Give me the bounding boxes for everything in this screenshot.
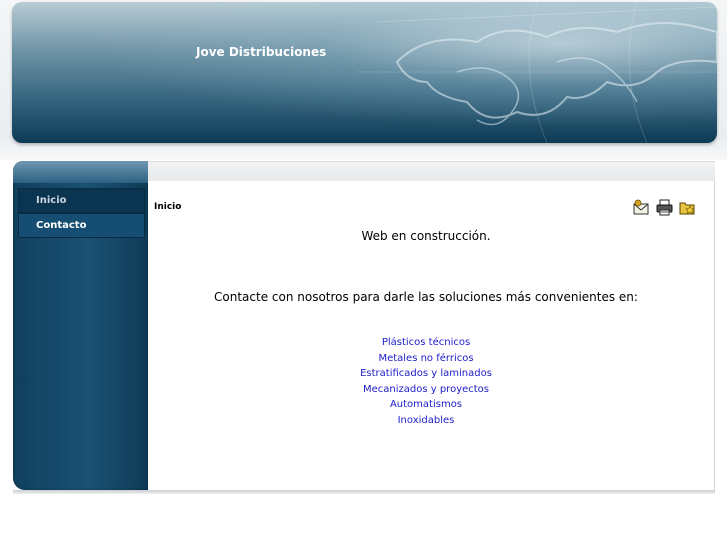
email-icon[interactable] xyxy=(633,199,650,216)
main-content: Inicio Web en construcción. Contacte con… xyxy=(148,181,715,490)
sidebar-item-inicio[interactable]: Inicio xyxy=(18,188,145,213)
link-mecanizados-proyectos[interactable]: Mecanizados y proyectos xyxy=(148,382,704,398)
intro-text: Contacte con nosotros para darle las sol… xyxy=(214,290,638,304)
construction-notice: Web en construcción. xyxy=(361,229,491,243)
link-estratificados-laminados[interactable]: Estratificados y laminados xyxy=(148,366,704,382)
breadcrumb: Inicio xyxy=(154,202,182,212)
content-top-bar xyxy=(148,161,715,182)
header-area: Jove Distribuciones xyxy=(0,0,727,160)
link-automatismos[interactable]: Automatismos xyxy=(148,397,704,413)
print-icon[interactable] xyxy=(656,199,673,216)
header-banner: Jove Distribuciones xyxy=(12,2,717,143)
sidebar-header-bar xyxy=(13,161,148,183)
link-inoxidables[interactable]: Inoxidables xyxy=(148,413,704,429)
link-plasticos-tecnicos[interactable]: Plásticos técnicos xyxy=(148,335,704,351)
link-metales-no-ferricos[interactable]: Metales no férricos xyxy=(148,351,704,367)
pdf-icon[interactable] xyxy=(679,199,696,216)
article-toolbar xyxy=(633,199,696,216)
world-map-graphic xyxy=(357,2,717,143)
sidebar-item-contacto[interactable]: Contacto xyxy=(18,213,145,238)
sidebar: Inicio Contacto xyxy=(13,161,148,490)
footer-divider xyxy=(13,490,715,494)
site-title: Jove Distribuciones xyxy=(196,45,327,59)
services-list: Plásticos técnicos Metales no férricos E… xyxy=(148,335,704,428)
sidebar-menu: Inicio Contacto xyxy=(18,188,145,238)
